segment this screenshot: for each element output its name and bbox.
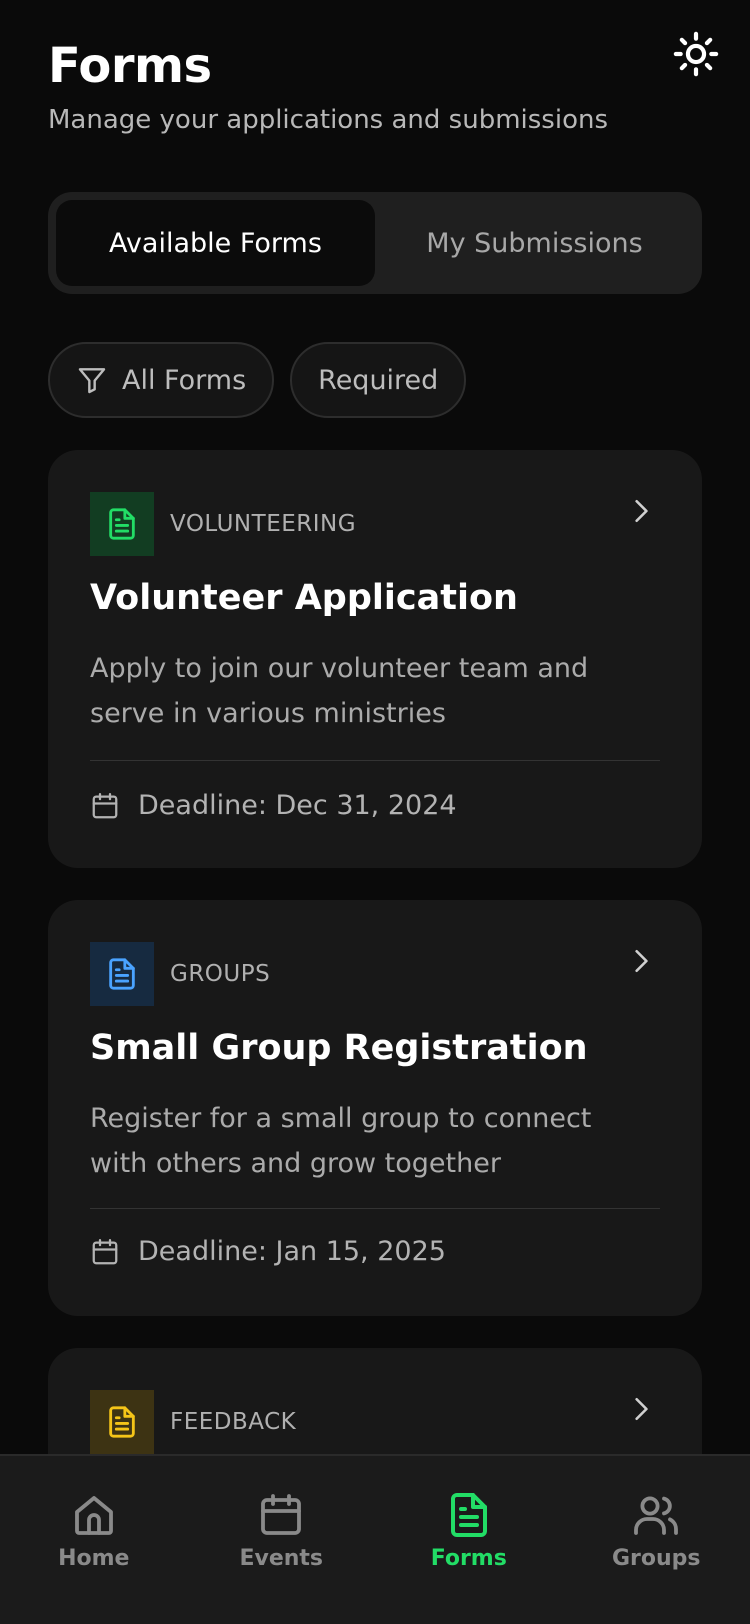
nav-item-events[interactable]: Events — [188, 1456, 376, 1624]
sun-icon — [673, 31, 719, 77]
category-label: FEEDBACK — [170, 1409, 297, 1435]
form-title: Volunteer Application — [90, 578, 518, 618]
calendar-icon — [257, 1490, 305, 1540]
nav-label: Groups — [611, 1546, 701, 1571]
form-card-header: FEEDBACK — [90, 1390, 296, 1454]
tab-my-submissions[interactable]: My Submissions — [375, 200, 694, 286]
nav-item-forms[interactable]: Forms — [375, 1456, 563, 1624]
card-divider — [90, 760, 660, 761]
users-icon — [632, 1490, 680, 1540]
form-title: Small Group Registration — [90, 1028, 588, 1068]
chevron-right-icon — [635, 949, 648, 973]
form-card-header: VOLUNTEERING — [90, 492, 356, 556]
form-card-volunteer[interactable]: VOLUNTEERING Volunteer Application Apply… — [48, 450, 702, 868]
page-title: Forms — [48, 38, 212, 94]
nav-label: Events — [239, 1546, 324, 1571]
category-badge — [90, 942, 154, 1006]
form-tabs: Available Forms My Submissions — [48, 192, 702, 294]
document-icon — [109, 508, 135, 540]
theme-toggle-button[interactable] — [670, 28, 722, 80]
nav-item-home[interactable]: Home — [0, 1456, 188, 1624]
form-deadline: Deadline: Dec 31, 2024 — [90, 790, 457, 821]
form-deadline: Deadline: Jan 15, 2025 — [90, 1236, 446, 1267]
category-badge — [90, 1390, 154, 1454]
filter-all-forms-label: All Forms — [122, 364, 247, 396]
document-icon — [445, 1490, 493, 1540]
category-badge — [90, 492, 154, 556]
category-label: GROUPS — [170, 961, 271, 987]
calendar-icon — [90, 1237, 120, 1267]
document-icon — [109, 958, 135, 990]
form-card-header: GROUPS — [90, 942, 270, 1006]
deadline-text: Deadline: Jan 15, 2025 — [138, 1236, 446, 1267]
tab-available-forms[interactable]: Available Forms — [56, 200, 375, 286]
page-header: Forms Manage your applications and submi… — [48, 36, 702, 138]
forms-screen: Forms Manage your applications and submi… — [0, 0, 750, 1624]
calendar-icon — [90, 791, 120, 821]
category-label: VOLUNTEERING — [170, 511, 357, 537]
filter-chips: All Forms Required — [48, 342, 467, 418]
home-icon — [70, 1490, 118, 1540]
filter-icon — [76, 364, 108, 396]
page-subtitle: Manage your applications and submissions — [48, 105, 609, 135]
bottom-nav: Home Events Forms Groups — [0, 1454, 750, 1624]
nav-label: Forms — [430, 1546, 507, 1571]
card-divider — [90, 1208, 660, 1209]
form-card-small-group[interactable]: GROUPS Small Group Registration Register… — [48, 900, 702, 1316]
deadline-text: Deadline: Dec 31, 2024 — [138, 790, 457, 821]
filter-all-forms-chip[interactable]: All Forms — [48, 342, 275, 418]
document-icon — [109, 1406, 135, 1438]
filter-required-chip[interactable]: Required — [290, 342, 467, 418]
filter-required-label: Required — [318, 364, 439, 396]
nav-label: Home — [58, 1546, 130, 1571]
chevron-right-icon — [635, 1397, 648, 1421]
form-description: Register for a small group to connect wi… — [90, 1103, 592, 1179]
chevron-right-icon — [635, 499, 648, 523]
nav-item-groups[interactable]: Groups — [563, 1456, 750, 1624]
form-description: Apply to join our volunteer team and ser… — [90, 653, 589, 729]
